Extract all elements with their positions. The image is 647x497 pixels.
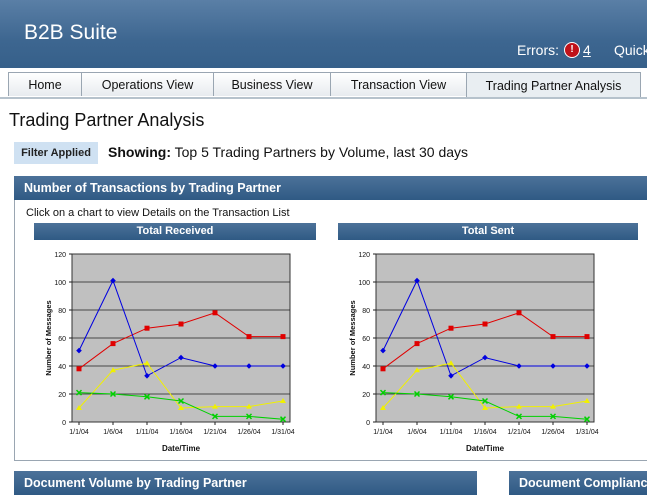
data-point (584, 334, 590, 340)
y-tick-label: 20 (58, 392, 66, 399)
x-tick-label: 1/11/04 (440, 429, 463, 436)
errors-label: Errors: (517, 42, 559, 58)
data-point (414, 341, 420, 347)
y-axis-label: Number of Messages (44, 300, 53, 375)
errors-count-link[interactable]: 4 (583, 42, 591, 58)
y-tick-label: 20 (362, 392, 370, 399)
y-tick-label: 40 (362, 364, 370, 371)
x-tick-label: 1/6/04 (407, 429, 427, 436)
x-tick-label: 1/26/04 (237, 429, 260, 436)
error-alert-icon: ! (564, 42, 580, 58)
quick-links-menu[interactable]: Quick (614, 42, 647, 58)
x-tick-label: 1/1/04 (373, 429, 393, 436)
x-tick-label: 1/16/04 (169, 429, 192, 436)
y-tick-label: 0 (366, 420, 370, 427)
tab-business-view[interactable]: Business View (213, 72, 331, 96)
data-point (178, 321, 184, 327)
chart-total-received[interactable]: 0 20 40 60 80 100 120 1/1/04 1/6/04 1/11/04 1/16/0… (34, 244, 316, 460)
tab-home[interactable]: Home (8, 72, 82, 96)
y-tick-label: 100 (54, 280, 66, 287)
chart-title-received: Total Received (34, 223, 316, 240)
app-title: B2B Suite (24, 21, 118, 44)
x-tick-label: 1/26/04 (541, 429, 564, 436)
data-point (550, 334, 556, 340)
x-tick-label: 1/16/04 (473, 429, 496, 436)
document-volume-panel-title: Document Volume by Trading Partner (14, 471, 477, 495)
y-tick-label: 120 (358, 252, 370, 259)
data-point (482, 321, 488, 327)
tab-transaction-view[interactable]: Transaction View (330, 72, 467, 96)
y-tick-label: 40 (58, 364, 66, 371)
page-title: Trading Partner Analysis (9, 110, 205, 130)
data-point (280, 334, 286, 340)
y-tick-label: 80 (362, 308, 370, 315)
tab-operations-view[interactable]: Operations View (81, 72, 214, 96)
transactions-panel-title: Number of Transactions by Trading Partne… (14, 176, 647, 200)
data-point (144, 325, 150, 331)
errors-indicator[interactable]: Errors: ! 4 (517, 42, 591, 58)
data-point (76, 366, 82, 372)
x-tick-label: 1/31/04 (271, 429, 294, 436)
data-point (212, 310, 218, 316)
document-compliance-panel-title: Document Compliance (509, 471, 647, 495)
showing-summary: Showing: Top 5 Trading Partners by Volum… (108, 144, 468, 160)
y-tick-label: 0 (62, 420, 66, 427)
x-tick-label: 1/21/04 (507, 429, 530, 436)
x-tick-label: 1/6/04 (103, 429, 123, 436)
main-tabs: Home Operations View Business View Trans… (8, 72, 641, 98)
y-tick-label: 120 (54, 252, 66, 259)
chart-total-sent[interactable]: 0 20 40 60 80 100 120 1/1/04 1/6/04 1/11/04 1/16/0… (338, 244, 638, 460)
x-tick-label: 1/1/04 (69, 429, 89, 436)
data-point (110, 341, 116, 347)
y-tick-label: 80 (58, 308, 66, 315)
y-axis-label: Number of Messages (348, 300, 357, 375)
chart-hint-text: Click on a chart to view Details on the … (26, 207, 290, 219)
data-point (246, 334, 252, 340)
data-point (380, 366, 386, 372)
data-point (448, 325, 454, 331)
x-tick-label: 1/31/04 (575, 429, 598, 436)
y-tick-label: 60 (58, 336, 66, 343)
x-axis-label: Date/Time (466, 444, 505, 453)
tab-trading-partner-analysis[interactable]: Trading Partner Analysis (466, 72, 641, 98)
x-axis-label: Date/Time (162, 444, 201, 453)
x-tick-label: 1/21/04 (203, 429, 226, 436)
showing-label: Showing: (108, 144, 171, 160)
data-point (516, 310, 522, 316)
tab-divider (0, 97, 647, 99)
chart-title-sent: Total Sent (338, 223, 638, 240)
y-tick-label: 60 (362, 336, 370, 343)
y-tick-label: 100 (358, 280, 370, 287)
showing-text: Top 5 Trading Partners by Volume, last 3… (174, 144, 469, 160)
x-tick-label: 1/11/04 (136, 429, 159, 436)
top-header-bar: B2B Suite Errors: ! 4 Quick (0, 0, 647, 68)
filter-applied-badge[interactable]: Filter Applied (14, 142, 98, 164)
